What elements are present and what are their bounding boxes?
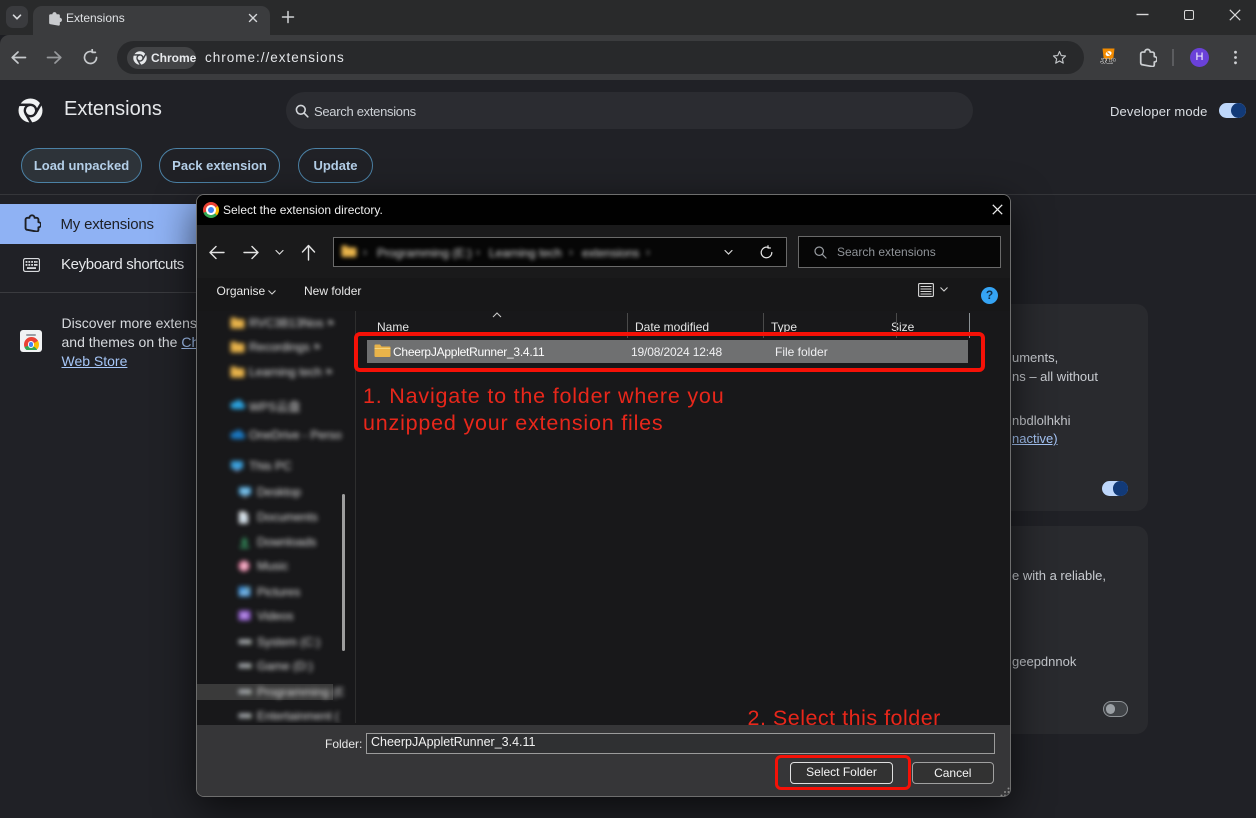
svg-text:JNLP: JNLP <box>1101 58 1117 65</box>
